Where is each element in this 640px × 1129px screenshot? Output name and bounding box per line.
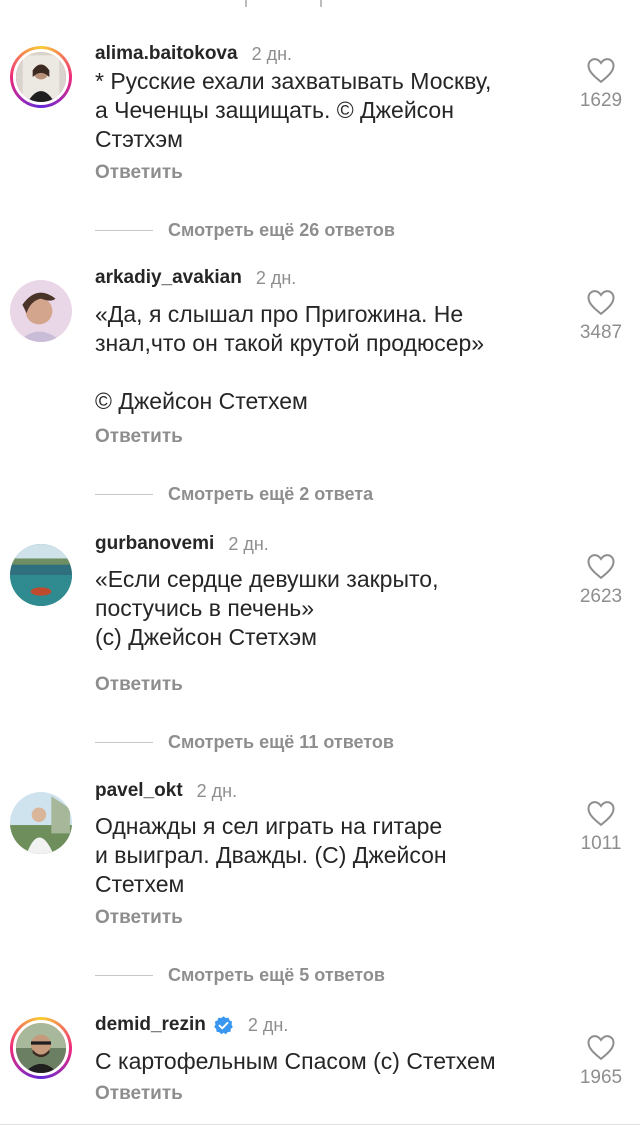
comment-header: demid_rezin 2 дн. [95,1013,288,1037]
comment-header: pavel_okt 2 дн. [95,779,237,803]
view-more-replies[interactable]: Смотреть ещё 5 ответов [95,963,385,987]
comment-text: С картофельным Спасом (с) Стетхем [95,1048,496,1074]
avatar[interactable] [10,280,72,342]
username[interactable]: gurbanovemi [95,533,214,555]
view-more-label[interactable]: Смотреть ещё 2 ответа [168,484,373,505]
like-control[interactable]: 1629 [572,56,630,112]
avatar-photo-icon [10,544,72,606]
verified-badge-icon [214,1015,233,1034]
avatar-photo-icon [10,280,72,342]
like-control[interactable]: 1011 [572,799,630,855]
avatar[interactable] [10,1017,72,1079]
view-more-label[interactable]: Смотреть ещё 11 ответов [168,732,394,753]
comment-text: «Да, я слышал про Пригожина. Не знал,что… [95,301,485,414]
view-more-replies[interactable]: Смотреть ещё 2 ответа [95,482,373,506]
like-control[interactable]: 3487 [572,288,630,344]
comment-header: alima.baitokova 2 дн. [95,42,292,66]
reply-button[interactable]: Ответить [95,674,183,696]
heart-icon[interactable] [586,1033,616,1061]
divider-line [95,741,153,743]
like-count: 1011 [580,833,622,854]
reply-button[interactable]: Ответить [95,426,183,448]
comment-header: gurbanovemi 2 дн. [95,532,269,556]
comment-text: Однажды я сел играть на гитаре и выиграл… [95,813,447,897]
comment-text: * Русские ехали захватывать Москву, а Че… [95,68,492,152]
timestamp: 2 дн. [247,1014,289,1035]
like-control[interactable]: 1965 [572,1033,630,1089]
scroll-top-ticks [0,0,640,10]
username[interactable]: demid_rezin [95,1014,206,1036]
like-count: 3487 [579,322,623,343]
like-count: 1629 [579,90,623,111]
like-count: 2623 [579,586,623,607]
username[interactable]: alima.baitokova [95,43,238,65]
timestamp: 2 дн. [196,780,238,801]
like-control[interactable]: 2623 [572,552,630,608]
username[interactable]: arkadiy_avakian [95,267,242,289]
heart-icon[interactable] [586,552,616,580]
reply-button[interactable]: Ответить [95,1083,183,1105]
timestamp: 2 дн. [255,267,297,288]
avatar-photo-icon [10,792,72,854]
avatar[interactable] [10,46,72,108]
divider-line [95,229,153,231]
username[interactable]: pavel_okt [95,780,183,802]
heart-icon[interactable] [586,288,616,316]
heart-icon[interactable] [586,799,616,827]
timestamp: 2 дн. [228,533,269,554]
divider-line [95,974,153,976]
view-more-label[interactable]: Смотреть ещё 5 ответов [168,965,385,986]
reply-button[interactable]: Ответить [95,162,183,184]
avatar[interactable] [10,544,72,606]
bottom-divider [0,1124,640,1125]
view-more-replies[interactable]: Смотреть ещё 11 ответов [95,730,394,754]
divider-line [95,493,153,495]
avatar-photo-icon [16,52,66,102]
avatar-photo-icon [16,1023,66,1073]
timestamp: 2 дн. [251,43,293,64]
comment-header: arkadiy_avakian 2 дн. [95,266,296,290]
like-count: 1965 [579,1067,623,1088]
comment-text: «Если сердце девушки закрыто, постучись … [95,566,439,650]
view-more-replies[interactable]: Смотреть ещё 26 ответов [95,218,395,242]
reply-button[interactable]: Ответить [95,907,183,929]
view-more-label[interactable]: Смотреть ещё 26 ответов [168,220,395,241]
heart-icon[interactable] [586,56,616,84]
avatar[interactable] [10,792,72,854]
